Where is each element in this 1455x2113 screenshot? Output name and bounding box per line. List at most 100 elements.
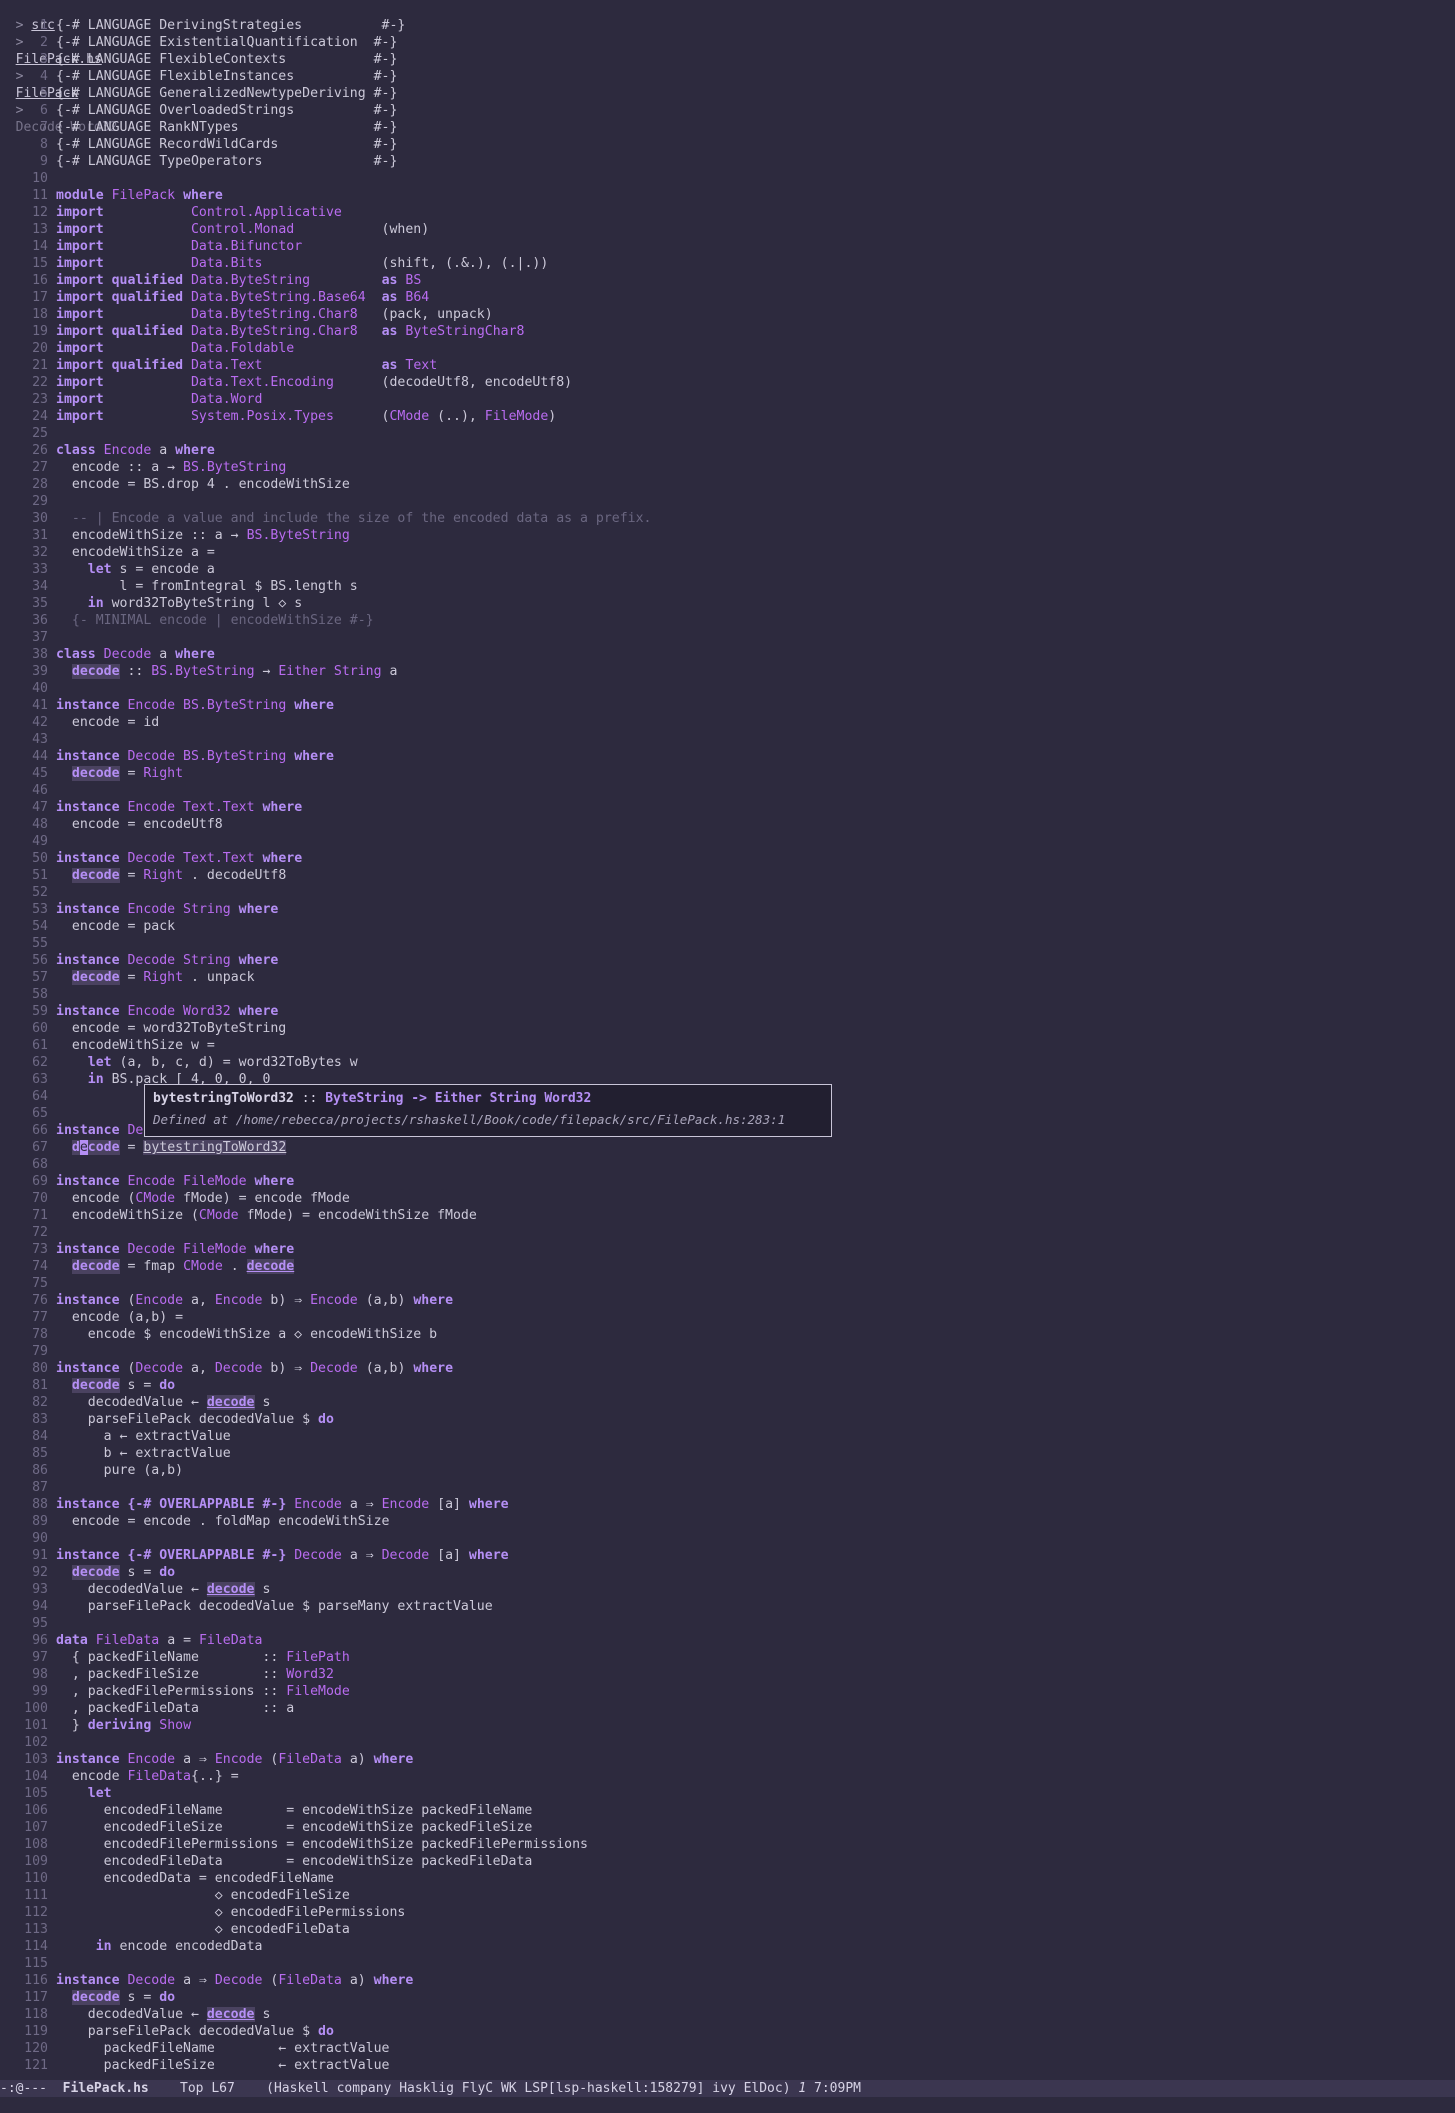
code-line[interactable]: 49 <box>0 833 1455 850</box>
code-line[interactable]: 118 decodedValue ← decode s <box>0 2006 1455 2023</box>
code-line[interactable]: 24 import System.Posix.Types (CMode (..),… <box>0 408 1455 425</box>
code-line[interactable]: 98 , packedFileSize :: Word32 <box>0 1666 1455 1683</box>
code-line[interactable]: 60 encode = word32ToByteString <box>0 1020 1455 1037</box>
code-line[interactable]: 101 } deriving Show <box>0 1717 1455 1734</box>
code-line[interactable]: 18 import Data.ByteString.Char8 (pack, un… <box>0 306 1455 323</box>
code-line[interactable]: 15 import Data.Bits (shift, (.&.), (.|.)) <box>0 255 1455 272</box>
code-line[interactable]: 21 import qualified Data.Text as Text <box>0 357 1455 374</box>
code-line[interactable]: 111 ◇ encodedFileSize <box>0 1887 1455 1904</box>
code-line[interactable]: 59 instance Encode Word32 where <box>0 1003 1455 1020</box>
code-line[interactable]: 55 <box>0 935 1455 952</box>
code-line[interactable]: 112 ◇ encodedFilePermissions <box>0 1904 1455 1921</box>
code-line[interactable]: 69 instance Encode FileMode where <box>0 1173 1455 1190</box>
code-line[interactable]: 44 instance Decode BS.ByteString where <box>0 748 1455 765</box>
code-line[interactable]: 75 <box>0 1275 1455 1292</box>
code-line[interactable]: 33 let s = encode a <box>0 561 1455 578</box>
code-line[interactable]: 53 instance Encode String where <box>0 901 1455 918</box>
code-line[interactable]: 56 instance Decode String where <box>0 952 1455 969</box>
code-line[interactable]: 47 instance Encode Text.Text where <box>0 799 1455 816</box>
code-line[interactable]: 27 encode :: a → BS.ByteString <box>0 459 1455 476</box>
code-line[interactable]: 91 instance {-# OVERLAPPABLE #-} Decode a… <box>0 1547 1455 1564</box>
code-line[interactable]: 1 {-# LANGUAGE DerivingStrategies #-} <box>0 17 1455 34</box>
code-line[interactable]: 16 import qualified Data.ByteString as BS <box>0 272 1455 289</box>
code-line[interactable]: 32 encodeWithSize a = <box>0 544 1455 561</box>
code-line[interactable]: 10 <box>0 170 1455 187</box>
code-line[interactable]: 2 {-# LANGUAGE ExistentialQuantification … <box>0 34 1455 51</box>
code-line[interactable]: 51 decode = Right . decodeUtf8 <box>0 867 1455 884</box>
code-line[interactable]: 12 import Control.Applicative <box>0 204 1455 221</box>
code-line[interactable]: 30 -- | Encode a value and include the s… <box>0 510 1455 527</box>
code-line[interactable]: 46 <box>0 782 1455 799</box>
code-line[interactable]: 45 decode = Right <box>0 765 1455 782</box>
code-line[interactable]: 76 instance (Encode a, Encode b) ⇒ Encode… <box>0 1292 1455 1309</box>
code-line[interactable]: 4 {-# LANGUAGE FlexibleInstances #-} <box>0 68 1455 85</box>
code-line[interactable]: 14 import Data.Bifunctor <box>0 238 1455 255</box>
code-line[interactable]: 37 <box>0 629 1455 646</box>
code-line[interactable]: 109 encodedFileData = encodeWithSize pac… <box>0 1853 1455 1870</box>
code-line[interactable]: 106 encodedFileName = encodeWithSize pac… <box>0 1802 1455 1819</box>
code-line[interactable]: 119 parseFilePack decodedValue $ do <box>0 2023 1455 2040</box>
code-line[interactable]: 117 decode s = do <box>0 1989 1455 2006</box>
code-line[interactable]: 43 <box>0 731 1455 748</box>
code-line[interactable]: 102 <box>0 1734 1455 1751</box>
code-line[interactable]: 113 ◇ encodedFileData <box>0 1921 1455 1938</box>
code-line[interactable]: 19 import qualified Data.ByteString.Char8… <box>0 323 1455 340</box>
code-line[interactable]: 94 parseFilePack decodedValue $ parseMan… <box>0 1598 1455 1615</box>
code-line[interactable]: 54 encode = pack <box>0 918 1455 935</box>
code-line[interactable]: 90 <box>0 1530 1455 1547</box>
code-line[interactable]: 3 {-# LANGUAGE FlexibleContexts #-} <box>0 51 1455 68</box>
code-line[interactable]: 29 <box>0 493 1455 510</box>
code-line[interactable]: 7 {-# LANGUAGE RankNTypes #-} <box>0 119 1455 136</box>
code-line[interactable]: 81 decode s = do <box>0 1377 1455 1394</box>
code-line[interactable]: 110 encodedData = encodedFileName <box>0 1870 1455 1887</box>
code-line[interactable]: 97 { packedFileName :: FilePath <box>0 1649 1455 1666</box>
code-line[interactable]: 88 instance {-# OVERLAPPABLE #-} Encode a… <box>0 1496 1455 1513</box>
code-line[interactable]: 82 decodedValue ← decode s <box>0 1394 1455 1411</box>
code-line[interactable]: 9 {-# LANGUAGE TypeOperators #-} <box>0 153 1455 170</box>
code-line[interactable]: 41 instance Encode BS.ByteString where <box>0 697 1455 714</box>
code-line[interactable]: 20 import Data.Foldable <box>0 340 1455 357</box>
code-editor[interactable]: 1 {-# LANGUAGE DerivingStrategies #-} 2 {-#… <box>0 17 1455 2080</box>
code-line[interactable]: 89 encode = encode . foldMap encodeWithS… <box>0 1513 1455 1530</box>
code-line[interactable]: 22 import Data.Text.Encoding (decodeUtf8,… <box>0 374 1455 391</box>
modeline-modes[interactable]: (Haskell company Hasklig FlyC WK LSP[lsp… <box>266 2081 790 2096</box>
code-line[interactable]: 85 b ← extractValue <box>0 1445 1455 1462</box>
code-line[interactable]: 71 encodeWithSize (CMode fMode) = encode… <box>0 1207 1455 1224</box>
code-line[interactable]: 11 module FilePack where <box>0 187 1455 204</box>
code-line[interactable]: 61 encodeWithSize w = <box>0 1037 1455 1054</box>
code-line[interactable]: 13 import Control.Monad (when) <box>0 221 1455 238</box>
code-line[interactable]: 108 encodedFilePermissions = encodeWithS… <box>0 1836 1455 1853</box>
code-line[interactable]: 50 instance Decode Text.Text where <box>0 850 1455 867</box>
code-line[interactable]: 25 <box>0 425 1455 442</box>
code-line[interactable]: 100 , packedFileData :: a <box>0 1700 1455 1717</box>
code-line[interactable]: 48 encode = encodeUtf8 <box>0 816 1455 833</box>
code-line[interactable]: 31 encodeWithSize :: a → BS.ByteString <box>0 527 1455 544</box>
code-line[interactable]: 114 in encode encodedData <box>0 1938 1455 1955</box>
code-line[interactable]: 84 a ← extractValue <box>0 1428 1455 1445</box>
code-line[interactable]: 5 {-# LANGUAGE GeneralizedNewtypeDeriving… <box>0 85 1455 102</box>
code-line[interactable]: 74 decode = fmap CMode . decode <box>0 1258 1455 1275</box>
code-line[interactable]: 121 packedFileSize ← extractValue <box>0 2057 1455 2074</box>
code-line[interactable]: 52 <box>0 884 1455 901</box>
code-line[interactable]: 87 <box>0 1479 1455 1496</box>
code-line[interactable]: 38 class Decode a where <box>0 646 1455 663</box>
code-line[interactable]: 68 <box>0 1156 1455 1173</box>
code-line[interactable]: 40 <box>0 680 1455 697</box>
code-line[interactable]: 34 l = fromIntegral $ BS.length s <box>0 578 1455 595</box>
code-line[interactable]: 72 <box>0 1224 1455 1241</box>
code-line[interactable]: 78 encode $ encodeWithSize a ◇ encodeWit… <box>0 1326 1455 1343</box>
code-line[interactable]: 28 encode = BS.drop 4 . encodeWithSize <box>0 476 1455 493</box>
code-line[interactable]: 77 encode (a,b) = <box>0 1309 1455 1326</box>
code-line[interactable]: 99 , packedFilePermissions :: FileMode <box>0 1683 1455 1700</box>
code-line[interactable]: 6 {-# LANGUAGE OverloadedStrings #-} <box>0 102 1455 119</box>
code-line[interactable]: 105 let <box>0 1785 1455 1802</box>
code-line[interactable]: 80 instance (Decode a, Decode b) ⇒ Decode… <box>0 1360 1455 1377</box>
code-line[interactable]: 83 parseFilePack decodedValue $ do <box>0 1411 1455 1428</box>
code-line[interactable]: 42 encode = id <box>0 714 1455 731</box>
code-line[interactable]: 104 encode FileData{..} = <box>0 1768 1455 1785</box>
code-line[interactable]: 67 decode = bytestringToWord32 <box>0 1139 1455 1156</box>
code-line[interactable]: 115 <box>0 1955 1455 1972</box>
code-line[interactable]: 36 {- MINIMAL encode | encodeWithSize #-… <box>0 612 1455 629</box>
code-line[interactable]: 57 decode = Right . unpack <box>0 969 1455 986</box>
modeline-filename[interactable]: FilePack.hs <box>63 2081 149 2096</box>
